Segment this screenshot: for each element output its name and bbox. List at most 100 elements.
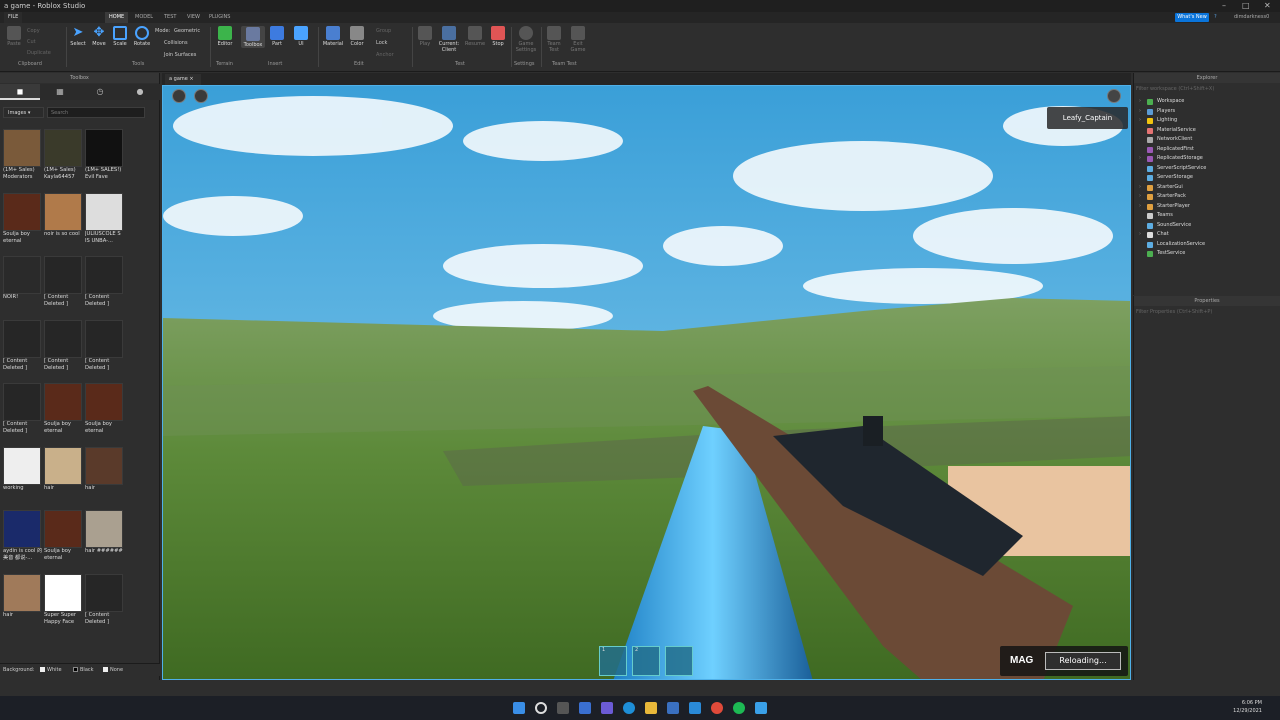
stop-button[interactable]: Stop bbox=[489, 26, 507, 47]
toolbox-item[interactable]: [ Content Deleted ] bbox=[44, 319, 84, 378]
minimize-button[interactable]: – bbox=[1222, 0, 1226, 12]
menu-model[interactable]: MODEL bbox=[131, 12, 157, 23]
tab-inventory[interactable]: ◼ bbox=[0, 84, 40, 100]
chevron-right-icon[interactable]: › bbox=[1139, 97, 1141, 107]
widgets-icon[interactable] bbox=[579, 702, 591, 714]
start-icon[interactable] bbox=[513, 702, 525, 714]
rotate-button[interactable]: Rotate bbox=[132, 26, 152, 47]
properties-filter-input[interactable]: Filter Properties (Ctrl+Shift+P) bbox=[1136, 308, 1279, 316]
store-icon[interactable] bbox=[667, 702, 679, 714]
tab-marketplace[interactable]: ▦ bbox=[40, 84, 80, 100]
toolbox-item[interactable]: working bbox=[3, 446, 43, 505]
explorer-item[interactable]: LocalizationService bbox=[1134, 240, 1280, 250]
explorer-item[interactable]: › Chat bbox=[1134, 230, 1280, 240]
explorer-item[interactable]: › Lighting bbox=[1134, 116, 1280, 126]
explorer-item[interactable]: MaterialService bbox=[1134, 126, 1280, 136]
toolbox-item[interactable]: [ Content Deleted ] bbox=[85, 573, 125, 632]
edge-icon[interactable] bbox=[623, 702, 635, 714]
toolbox-item[interactable]: hair bbox=[44, 446, 84, 505]
hotbar-slot-1[interactable]: 1 bbox=[599, 646, 627, 676]
toolbox-item[interactable]: aydin is cool 的美音 都说-... bbox=[3, 510, 43, 568]
explorer-item[interactable]: › Players bbox=[1134, 107, 1280, 117]
team-test-button[interactable]: Team Test bbox=[544, 26, 564, 53]
move-button[interactable]: ✥ Move bbox=[90, 26, 108, 48]
toolbox-item[interactable]: NOIR! bbox=[3, 256, 43, 314]
clock-time[interactable]: 6:06 PM bbox=[1232, 700, 1262, 706]
cut-button[interactable]: Cut bbox=[27, 39, 36, 45]
toolbox-button[interactable]: Toolbox bbox=[241, 26, 265, 48]
toolbox-item[interactable]: hair bbox=[3, 573, 43, 632]
duplicate-button[interactable]: Duplicate bbox=[27, 50, 51, 56]
teams-chat-icon[interactable] bbox=[601, 702, 613, 714]
hotbar-slot-3[interactable] bbox=[665, 646, 693, 676]
explorer-item[interactable]: TestService bbox=[1134, 249, 1280, 259]
group-button[interactable]: Group bbox=[376, 28, 391, 34]
explorer-item[interactable]: ServerScriptService bbox=[1134, 164, 1280, 174]
current-client-button[interactable]: Current: Client bbox=[437, 26, 461, 53]
mode-dropdown[interactable]: Geometric bbox=[174, 28, 200, 34]
explorer-item[interactable]: Teams bbox=[1134, 211, 1280, 221]
tab-a-game[interactable]: a game × bbox=[165, 74, 201, 85]
close-button[interactable]: ✕ bbox=[1264, 0, 1271, 12]
toolbox-item[interactable]: [ Content Deleted ] bbox=[44, 256, 84, 314]
whats-new-button[interactable]: What's New bbox=[1175, 13, 1209, 22]
user-name[interactable]: dimdarkness0 bbox=[1230, 12, 1273, 23]
clock-date[interactable]: 12/29/2021 bbox=[1228, 708, 1262, 714]
color-button[interactable]: Color bbox=[348, 26, 366, 47]
tab-creations[interactable]: ● bbox=[120, 84, 160, 100]
chevron-right-icon[interactable]: › bbox=[1139, 192, 1141, 202]
toolbox-item[interactable]: [ Content Deleted ] bbox=[85, 256, 125, 314]
toolbox-item[interactable]: Soulja boy eternal bbox=[85, 383, 125, 441]
toolbox-item[interactable]: hair bbox=[85, 446, 125, 505]
viewport-menu-icon[interactable] bbox=[172, 89, 186, 103]
explorer-item[interactable]: ServerStorage bbox=[1134, 173, 1280, 183]
chevron-right-icon[interactable]: › bbox=[1139, 202, 1141, 212]
toolbox-item[interactable]: hair ###### bbox=[85, 510, 125, 568]
toolbox-item[interactable]: (1M+ SALES!) Evil Fave bbox=[85, 129, 125, 187]
toolbox-search-input[interactable]: Search bbox=[47, 107, 145, 118]
help-icon[interactable]: ? bbox=[1210, 12, 1221, 23]
toolbox-item[interactable]: Soulja boy eternal bbox=[44, 510, 84, 568]
terrain-editor-button[interactable]: Editor bbox=[215, 26, 235, 47]
material-button[interactable]: Material bbox=[322, 26, 344, 47]
spotify-icon[interactable] bbox=[733, 702, 745, 714]
join-surfaces-toggle[interactable]: Join Surfaces bbox=[164, 52, 196, 58]
chrome-icon[interactable] bbox=[711, 702, 723, 714]
lock-button[interactable]: Lock bbox=[376, 40, 387, 46]
chevron-right-icon[interactable]: › bbox=[1139, 183, 1141, 193]
mail-icon[interactable] bbox=[689, 702, 701, 714]
chevron-right-icon[interactable]: › bbox=[1139, 230, 1141, 240]
hotbar-slot-2[interactable]: 2 bbox=[632, 646, 660, 676]
collisions-toggle[interactable]: Collisions bbox=[164, 40, 188, 46]
chat-icon[interactable] bbox=[1107, 89, 1121, 103]
menu-test[interactable]: TEST bbox=[160, 12, 180, 23]
bg-white-option[interactable]: White bbox=[40, 664, 62, 676]
scale-button[interactable]: Scale bbox=[111, 26, 129, 47]
maximize-button[interactable]: □ bbox=[1242, 0, 1250, 12]
game-viewport[interactable]: Leafy_Captain 1 2 MAG Reloading... bbox=[162, 85, 1131, 680]
exit-game-button[interactable]: Exit Game bbox=[568, 26, 588, 53]
viewport-settings-icon[interactable] bbox=[194, 89, 208, 103]
menu-plugins[interactable]: PLUGINS bbox=[205, 12, 234, 23]
explorer-item[interactable]: › StarterGui bbox=[1134, 183, 1280, 193]
explorer-item[interactable]: NetworkClient bbox=[1134, 135, 1280, 145]
bg-none-option[interactable]: None bbox=[103, 664, 123, 676]
toolbox-item[interactable]: JULIUSCOLE S IS UNBA-... bbox=[85, 192, 125, 251]
toolbox-item[interactable]: Soulja boy eternal bbox=[3, 192, 43, 251]
paste-button[interactable]: Paste bbox=[6, 26, 22, 47]
chevron-right-icon[interactable]: › bbox=[1139, 107, 1141, 117]
roblox-studio-icon[interactable] bbox=[755, 702, 767, 714]
explorer-item[interactable]: › StarterPack bbox=[1134, 192, 1280, 202]
menu-view[interactable]: VIEW bbox=[183, 12, 204, 23]
toolbox-item[interactable]: Super Super Happy Face bbox=[44, 573, 84, 632]
chevron-right-icon[interactable]: › bbox=[1139, 154, 1141, 164]
play-button[interactable]: Play bbox=[416, 26, 434, 47]
copy-button[interactable]: Copy bbox=[27, 28, 40, 34]
search-icon[interactable] bbox=[535, 702, 547, 714]
toolbox-item[interactable]: Soulja boy eternal bbox=[44, 383, 84, 441]
resume-button[interactable]: Resume bbox=[464, 26, 486, 47]
part-button[interactable]: Part bbox=[268, 26, 286, 47]
category-dropdown[interactable]: Images ▾ bbox=[3, 107, 44, 118]
toolbox-item[interactable]: [ Content Deleted ] bbox=[3, 319, 43, 378]
game-settings-button[interactable]: Game Settings bbox=[515, 26, 537, 53]
